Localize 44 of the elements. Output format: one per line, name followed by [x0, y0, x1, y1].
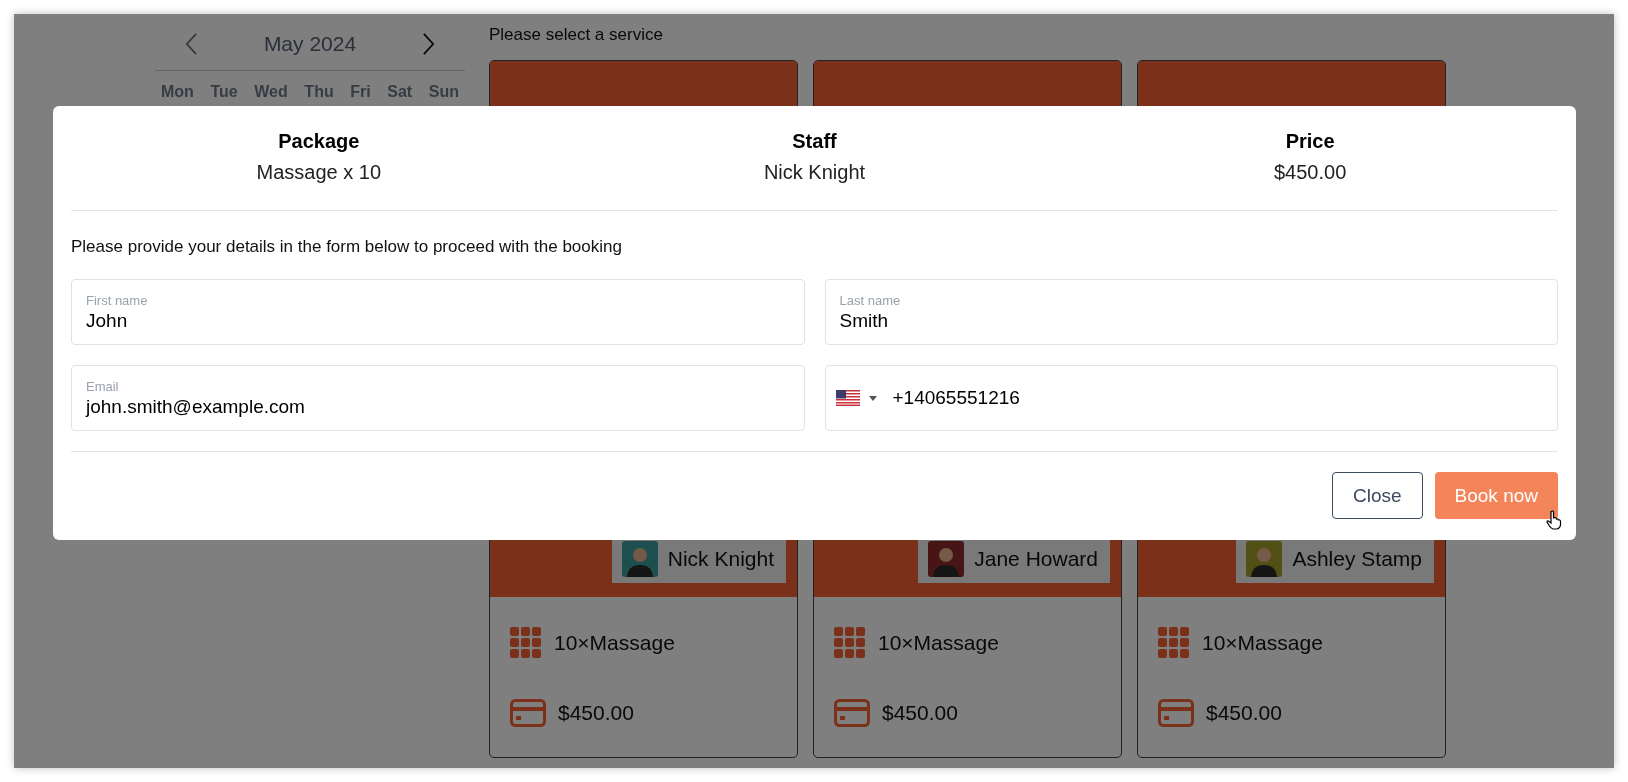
package-price: $450.00 [882, 701, 958, 725]
input-field[interactable]: Last name Smith [824, 279, 1558, 345]
section-heading: Please select a service [489, 25, 664, 46]
input-field[interactable]: Email john.smith@example.com [71, 365, 805, 431]
summary-label: Price [1285, 130, 1335, 153]
weekday-label: Sat [387, 83, 413, 101]
weekday-label: Wed [254, 83, 288, 101]
grid-icon [510, 627, 542, 659]
package-name: 10×Massage [878, 631, 999, 655]
credit-card-icon [834, 699, 870, 727]
summary-label: Staff [792, 130, 837, 153]
avatar-icon [621, 541, 658, 577]
package-price: $450.00 [558, 701, 634, 725]
package-name: 10×Massage [1202, 631, 1323, 655]
summary-label: Package [278, 130, 360, 153]
weekday-label: Fri [350, 83, 371, 101]
summary-value: $450.00 [1274, 161, 1347, 184]
summary-value: Nick Knight [763, 161, 866, 184]
input-field[interactable]: First name John [71, 279, 805, 345]
close-button[interactable]: Close [1331, 472, 1423, 519]
summary-value: Massage x 10 [256, 161, 382, 184]
flag-icon[interactable] [835, 390, 860, 406]
staff-name: Ashley Stamp [1292, 547, 1422, 571]
staff-name: Nick Knight [667, 547, 774, 571]
caret-icon[interactable] [868, 395, 877, 401]
month-title: May 2024 [263, 32, 357, 56]
hand-cursor-icon [1546, 510, 1562, 530]
previous-month-icon[interactable] [185, 32, 198, 56]
package-price: $450.00 [1206, 701, 1282, 725]
grid-icon [834, 627, 866, 659]
staff-name: Jane Howard [974, 547, 1098, 571]
next-month-icon[interactable] [422, 32, 435, 56]
weekday-label: Mon [161, 83, 194, 101]
credit-card-icon [1158, 699, 1194, 727]
instructions-text: Please provide your details in the form below to proceed with the booking [71, 237, 623, 257]
weekday-label: Tue [210, 83, 238, 101]
package-name: 10×Massage [554, 631, 675, 655]
weekday-label: Thu [304, 83, 334, 101]
grid-icon [1158, 627, 1190, 659]
weekday-label: Sun [428, 83, 459, 101]
avatar-icon [1246, 541, 1283, 577]
credit-card-icon [510, 699, 546, 727]
phone-field[interactable]: +14065551216 [824, 365, 1558, 431]
avatar-icon [928, 541, 965, 577]
